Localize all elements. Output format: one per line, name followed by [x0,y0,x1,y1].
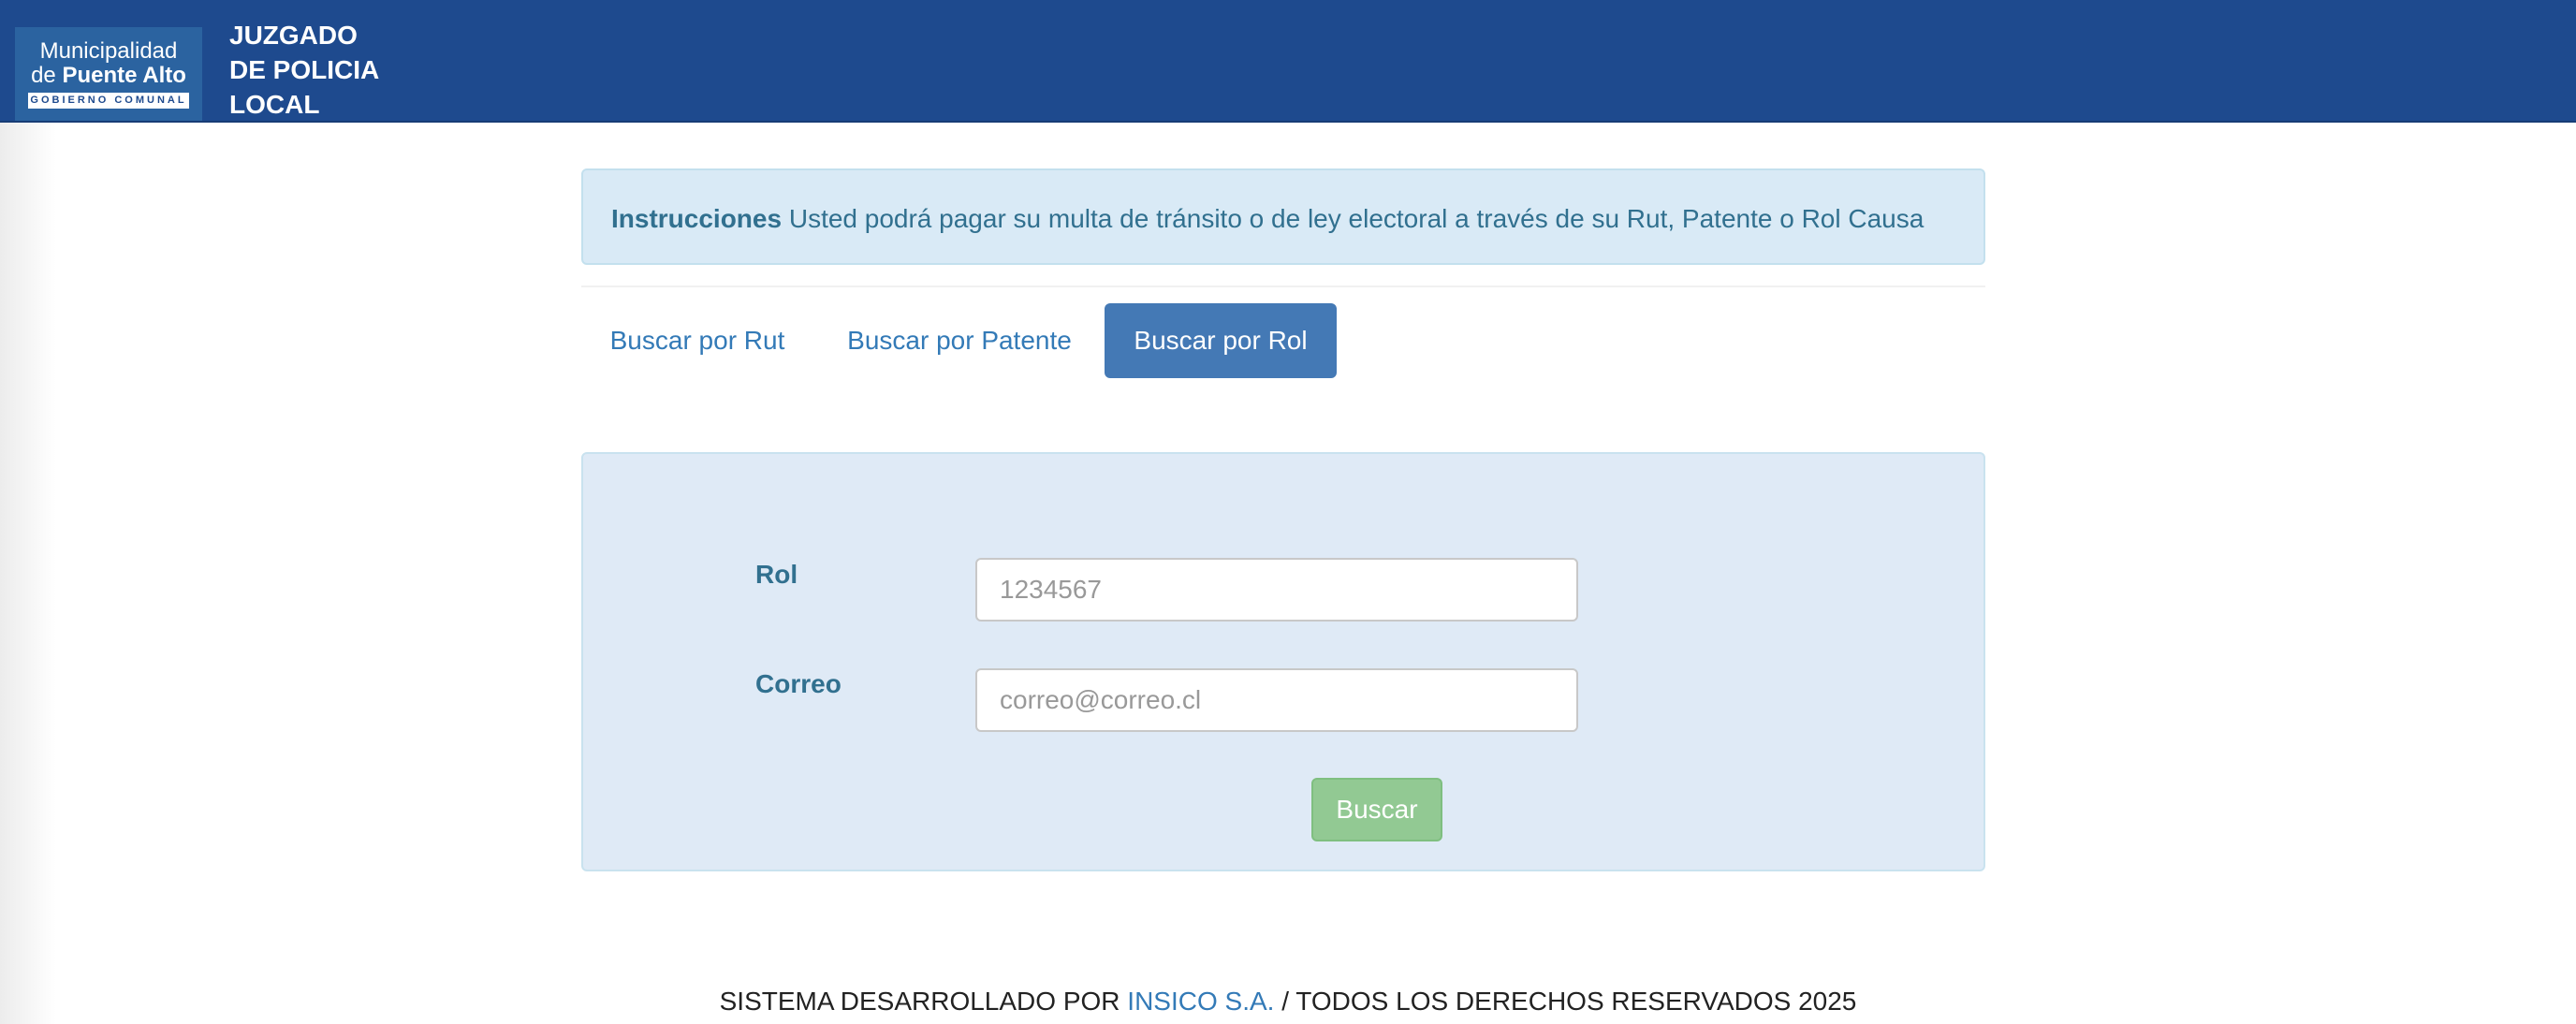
logo-line1: Municipalidad [39,38,178,64]
footer-suffix: / TODOS LOS DERECHOS RESERVADOS 2025 [1281,987,1857,1016]
correo-input[interactable] [975,668,1578,732]
rol-label: Rol [755,560,798,589]
tab-buscar-por-rol[interactable]: Buscar por Rol [1105,303,1337,378]
buscar-button[interactable]: Buscar [1311,778,1442,841]
footer: SISTEMA DESARROLLADO POR INSICO S.A. / T… [0,987,2576,1017]
municipality-logo[interactable]: Municipalidad de Puente Alto GOBIERNO CO… [15,27,202,121]
logo-strip: GOBIERNO COMUNAL [28,93,189,109]
instructions-text: Usted podrá pagar su multa de tránsito o… [788,204,1925,233]
instructions-alert: Instrucciones Usted podrá pagar su multa… [581,168,1985,265]
tab-buscar-por-patente[interactable]: Buscar por Patente [828,303,1090,378]
top-navbar: Municipalidad de Puente Alto GOBIERNO CO… [0,0,2576,123]
search-form-panel [581,452,1985,871]
page-left-shadow [0,123,56,1024]
rol-input[interactable] [975,558,1578,622]
brand-line2: DE POLICIA [229,55,380,84]
tabs-divider [581,285,1985,287]
logo-line2: de Puente Alto [15,63,202,89]
tab-buscar-por-rut[interactable]: Buscar por Rut [590,303,805,378]
brand-line1: JUZGADO [229,21,358,50]
footer-prefix: SISTEMA DESARROLLADO POR [719,987,1120,1016]
logo-line2-prefix: de [31,63,56,88]
logo-line2-bold: Puente Alto [62,63,186,88]
brand-line3: LOCAL [229,90,320,119]
correo-label: Correo [755,669,842,698]
site-brand[interactable]: JUZGADO DE POLICIA LOCAL [229,18,435,122]
footer-company-link[interactable]: INSICO S.A. [1127,987,1274,1016]
instructions-title: Instrucciones [611,204,783,233]
